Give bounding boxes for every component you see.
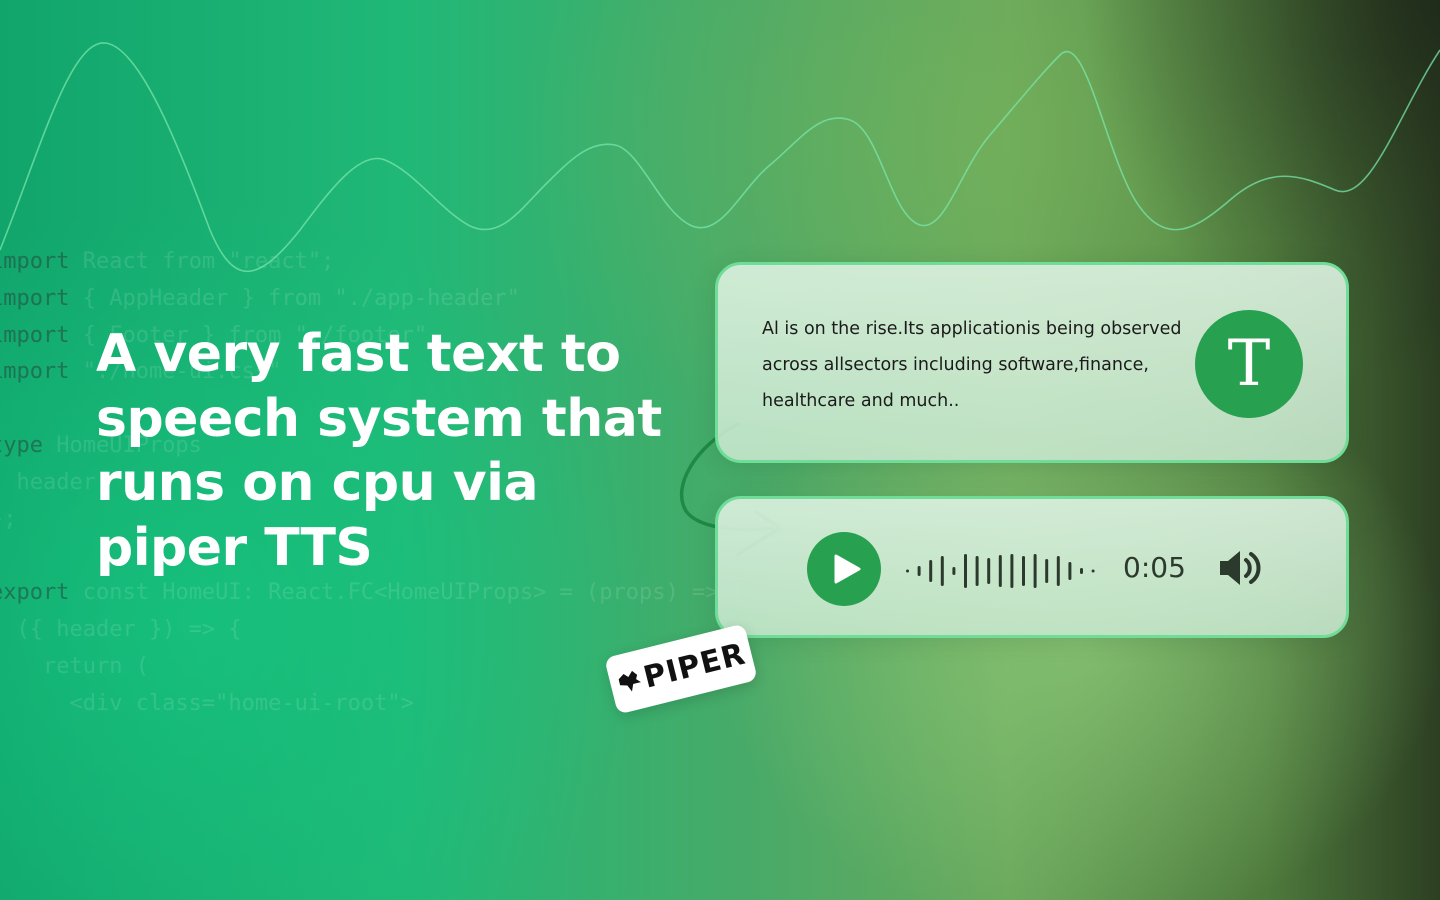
code-keyword: import [0, 359, 70, 385]
waveform-bar [1045, 559, 1049, 583]
waveform-bar [1091, 569, 1095, 573]
code-line: export const HomeUI: React.FC<HomeUIProp… [0, 575, 745, 612]
waveform-bar [1033, 554, 1037, 588]
code-keyword: import [0, 322, 70, 348]
code-text: const HomeUI: React.FC<HomeUIProps> = (p… [69, 580, 745, 606]
waveform-bar [1080, 568, 1083, 574]
waveform-bar [1056, 556, 1060, 586]
code-text: return ( [0, 653, 149, 679]
audio-duration: 0:05 [1123, 551, 1186, 584]
code-keyword: type [0, 432, 43, 458]
code-text: <div class="home-ui-root"> [0, 690, 414, 716]
background-waveform [0, 42, 1440, 273]
waveform-bar [940, 556, 944, 586]
code-keyword: export [0, 580, 70, 606]
waveform-bar [975, 556, 979, 586]
piper-logo-icon [618, 670, 642, 692]
code-line: ({ header }) => { [0, 612, 745, 649]
volume-button[interactable] [1217, 547, 1265, 591]
waveform-bar [952, 567, 956, 575]
input-text: Al is on the rise.Its applicationis bein… [762, 319, 1182, 411]
code-text: ({ header }) => { [0, 616, 242, 642]
waveform-bar [964, 554, 967, 588]
waveform-bar [929, 560, 933, 582]
waveform-bar [1022, 556, 1025, 586]
waveform-bar [987, 558, 991, 584]
audio-player-card: 0:05 [715, 496, 1349, 638]
waveform-bar [906, 569, 909, 573]
waveform-bar [917, 566, 921, 576]
waveform-bar [1010, 554, 1014, 588]
play-button[interactable] [807, 532, 881, 606]
audio-waveform[interactable] [904, 551, 1104, 591]
play-icon [834, 554, 861, 584]
text-icon: T [1195, 310, 1303, 418]
waveform-bar [1068, 562, 1072, 580]
text-badge-letter: T [1227, 327, 1271, 401]
headline: A very fast text to speech system that r… [96, 324, 662, 578]
volume-icon [1220, 551, 1261, 585]
input-text-card: Al is on the rise.Its applicationis bein… [715, 262, 1349, 463]
code-text: header [0, 469, 96, 495]
waveform-bar [998, 555, 1002, 587]
code-text: }; [0, 506, 17, 532]
